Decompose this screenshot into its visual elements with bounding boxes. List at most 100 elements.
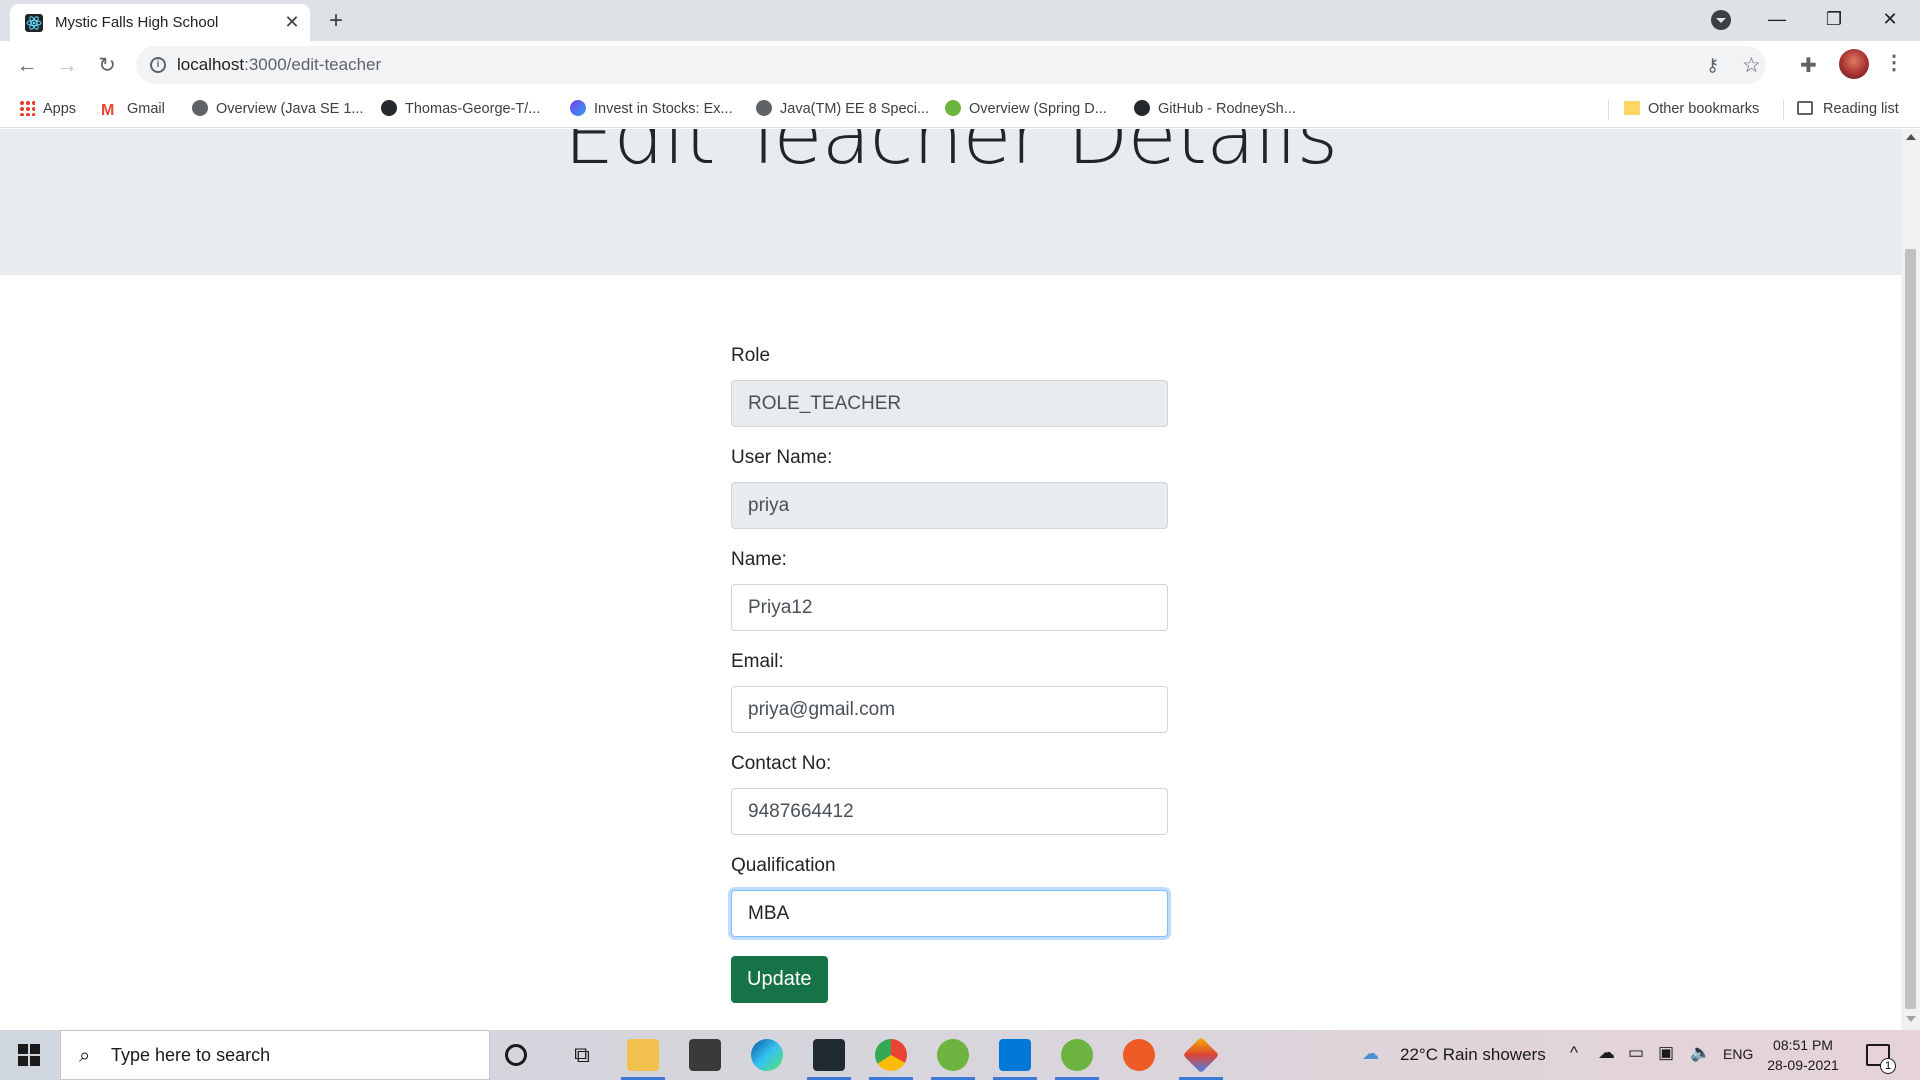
battery-icon[interactable]: ▭ xyxy=(1628,1043,1644,1063)
scroll-down-icon[interactable] xyxy=(1906,1016,1916,1022)
tab-strip: Mystic Falls High School ✕ + — ❐ ✕ xyxy=(0,0,1920,41)
bookmarks-bar: Apps M Gmail Overview (Java SE 1... Thoma… xyxy=(0,90,1920,128)
git-icon[interactable] xyxy=(1182,1036,1220,1074)
restore-button[interactable]: ❐ xyxy=(1806,0,1862,41)
language-indicator[interactable]: ENG xyxy=(1723,1046,1753,1062)
email-label: Email: xyxy=(731,651,784,672)
email-group: Email: priya@gmail.com xyxy=(731,651,1168,733)
github-icon xyxy=(1134,100,1150,116)
bookmark-label: Java(TM) EE 8 Speci... xyxy=(780,101,930,117)
mysql-icon[interactable] xyxy=(813,1039,845,1071)
chrome-icon[interactable] xyxy=(875,1039,907,1071)
weather-text[interactable]: 22°C Rain showers xyxy=(1400,1045,1546,1065)
role-field: ROLE_TEACHER xyxy=(731,380,1168,427)
search-placeholder: Type here to search xyxy=(111,1045,271,1065)
browser-toolbar: ← → ↻ i localhost:3000/edit-teacher ⚷ ☆ … xyxy=(0,41,1920,90)
tab-close-icon[interactable]: ✕ xyxy=(280,10,304,34)
windows-taskbar: ⌕ Type here to search ⧉ ☁ 22°C Rain show… xyxy=(0,1030,1920,1080)
bookmark-star-icon[interactable]: ☆ xyxy=(1742,53,1761,78)
task-view-icon[interactable]: ⧉ xyxy=(566,1039,598,1071)
search-icon: ⌕ xyxy=(79,1045,91,1067)
reading-list-label: Reading list xyxy=(1823,101,1899,117)
scrollbar-thumb[interactable] xyxy=(1905,249,1916,1009)
bookmark-github-rodney[interactable]: GitHub - RodneySh... xyxy=(1134,98,1296,120)
address-bar[interactable]: i localhost:3000/edit-teacher ⚷ ☆ xyxy=(136,46,1766,84)
bookmark-label: Invest in Stocks: Ex... xyxy=(594,101,733,117)
volume-icon[interactable]: 🔈 xyxy=(1690,1043,1711,1063)
invest-icon xyxy=(570,100,586,116)
info-icon[interactable]: i xyxy=(150,57,166,73)
bookmark-invest[interactable]: Invest in Stocks: Ex... xyxy=(570,98,733,120)
page-title: Edit Teacher Details xyxy=(563,129,1338,182)
bookmarks-divider xyxy=(1783,100,1784,120)
folder-icon xyxy=(1624,101,1640,115)
tray-chevron-icon[interactable]: ^ xyxy=(1570,1043,1578,1063)
other-bookmarks-label: Other bookmarks xyxy=(1648,101,1760,117)
browser-tab[interactable]: Mystic Falls High School ✕ xyxy=(10,4,310,41)
close-window-button[interactable]: ✕ xyxy=(1862,0,1918,41)
forward-arrow-icon[interactable]: → xyxy=(52,51,82,81)
bookmark-spring[interactable]: Overview (Spring D... xyxy=(945,98,1107,120)
gmail-icon: M xyxy=(101,102,115,119)
back-arrow-icon[interactable]: ← xyxy=(12,51,42,81)
email-input[interactable]: priya@gmail.com xyxy=(731,686,1168,733)
role-label: Role xyxy=(731,345,771,366)
contact-label: Contact No: xyxy=(731,753,832,774)
edit-teacher-form: Role ROLE_TEACHER User Name: priya Name:… xyxy=(731,345,1168,1003)
extensions-puzzle-icon[interactable]: ✚ xyxy=(1800,53,1817,78)
reading-list[interactable]: Reading list xyxy=(1797,98,1899,120)
react-icon xyxy=(25,14,43,32)
github-icon xyxy=(381,100,397,116)
postman-icon[interactable] xyxy=(1123,1039,1155,1071)
bookmark-label: Gmail xyxy=(127,101,165,117)
store-icon[interactable] xyxy=(689,1039,721,1071)
weather-icon[interactable]: ☁ xyxy=(1362,1044,1379,1064)
spring-tool-icon[interactable] xyxy=(937,1039,969,1071)
bookmark-java-se[interactable]: Overview (Java SE 1... xyxy=(192,98,363,120)
onedrive-icon[interactable]: ☁ xyxy=(1598,1043,1615,1063)
notification-badge: 1 xyxy=(1880,1058,1896,1074)
bookmark-java-ee[interactable]: Java(TM) EE 8 Speci... xyxy=(756,98,929,120)
profile-avatar[interactable] xyxy=(1839,49,1869,79)
name-input[interactable]: Priya12 xyxy=(731,584,1168,631)
page-viewport: Edit Teacher Details Role ROLE_TEACHER U… xyxy=(0,129,1901,1030)
bookmark-apps[interactable]: Apps xyxy=(19,98,76,120)
windows-start-icon[interactable] xyxy=(18,1044,40,1066)
bookmark-thomas-george[interactable]: Thomas-George-T/... xyxy=(381,98,540,120)
key-icon[interactable]: ⚷ xyxy=(1706,55,1719,76)
file-explorer-icon[interactable] xyxy=(627,1039,659,1071)
username-group: User Name: priya xyxy=(731,447,1168,529)
bookmark-gmail[interactable]: M Gmail xyxy=(101,98,165,120)
spring-tool-icon[interactable] xyxy=(1061,1039,1093,1071)
username-label: User Name: xyxy=(731,447,833,468)
spring-icon xyxy=(945,100,961,116)
contact-input[interactable]: 9487664412 xyxy=(731,788,1168,835)
tab-search-icon[interactable] xyxy=(1711,10,1731,30)
globe-icon xyxy=(756,100,772,116)
edge-icon[interactable] xyxy=(751,1039,783,1071)
other-bookmarks[interactable]: Other bookmarks xyxy=(1624,98,1759,120)
page-scrollbar[interactable] xyxy=(1901,129,1920,1030)
contact-group: Contact No: 9487664412 xyxy=(731,753,1168,835)
reload-icon[interactable]: ↻ xyxy=(92,51,122,81)
name-label: Name: xyxy=(731,549,787,570)
url-text[interactable]: localhost:3000/edit-teacher xyxy=(177,55,381,75)
url-path: :3000/edit-teacher xyxy=(244,55,382,74)
scroll-up-icon[interactable] xyxy=(1906,134,1916,140)
update-button[interactable]: Update xyxy=(731,956,828,1003)
minimize-button[interactable]: — xyxy=(1749,0,1805,41)
clock[interactable]: 08:51 PM 28-09-2021 xyxy=(1762,1035,1844,1075)
reading-list-icon xyxy=(1797,101,1813,115)
qualification-input[interactable]: MBA xyxy=(731,890,1168,937)
url-host: localhost xyxy=(177,55,245,74)
new-tab-icon[interactable]: + xyxy=(322,7,350,35)
tab-title: Mystic Falls High School xyxy=(55,14,219,31)
clock-time: 08:51 PM xyxy=(1773,1037,1833,1053)
network-icon[interactable]: ▣ xyxy=(1658,1043,1674,1063)
taskbar-search[interactable]: ⌕ Type here to search xyxy=(60,1030,490,1080)
kebab-menu-icon[interactable]: ⋮ xyxy=(1884,50,1904,75)
cortana-icon[interactable] xyxy=(505,1044,527,1066)
bookmark-label: GitHub - RodneySh... xyxy=(1158,101,1296,117)
bookmark-label: Overview (Java SE 1... xyxy=(216,101,364,117)
vscode-icon[interactable] xyxy=(999,1039,1031,1071)
